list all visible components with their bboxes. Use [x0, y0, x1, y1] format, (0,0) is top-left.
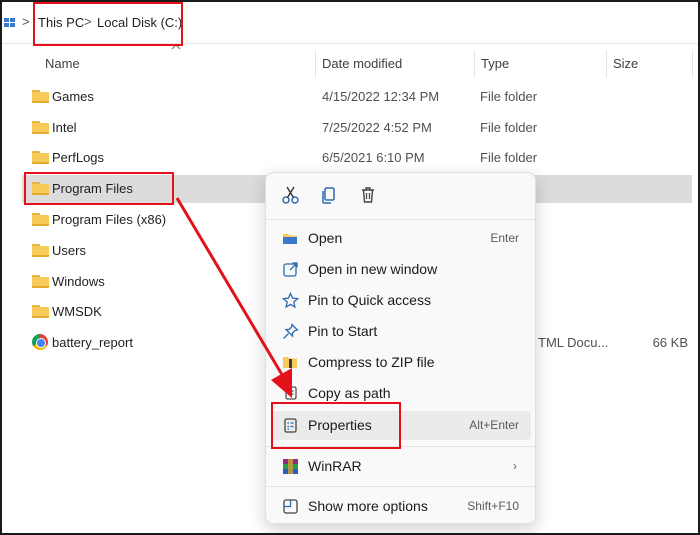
file-date: 6/5/2021 6:10 PM: [322, 150, 425, 165]
menu-item-show-more-options[interactable]: Show more options Shift+F10: [272, 492, 531, 521]
file-name: Program Files: [52, 181, 133, 196]
file-name: Intel: [52, 120, 77, 135]
folder-icon: [32, 275, 49, 288]
file-name: Program Files (x86): [52, 212, 167, 227]
copy-icon[interactable]: [316, 183, 342, 207]
file-name: Windows: [52, 274, 105, 289]
context-menu-quick-actions: [266, 173, 535, 217]
menu-item-label: Show more options: [308, 498, 428, 514]
breadcrumb-chevron-icon: >: [84, 14, 92, 29]
pin-icon: [282, 323, 299, 340]
zip-icon: [282, 354, 299, 371]
file-name: Games: [52, 89, 94, 104]
menu-item-shortcut: Alt+Enter: [469, 418, 519, 432]
folder-icon: [32, 182, 49, 195]
file-name: battery_report: [52, 335, 133, 350]
column-header-size[interactable]: Size: [613, 56, 638, 71]
column-divider[interactable]: [474, 50, 475, 78]
menu-item-compress-zip[interactable]: Compress to ZIP file: [272, 348, 531, 377]
folder-icon: [32, 244, 49, 257]
menu-item-label: Pin to Start: [308, 323, 378, 339]
chrome-icon: [32, 334, 48, 350]
menu-item-shortcut: Enter: [490, 231, 519, 245]
file-type: File folder: [480, 120, 538, 135]
folder-icon: [32, 121, 49, 134]
menu-item-label: Properties: [308, 417, 372, 433]
menu-item-label: WinRAR: [308, 458, 362, 474]
winrar-icon: [282, 458, 299, 475]
submenu-chevron-icon: ›: [513, 459, 517, 473]
menu-item-label: Compress to ZIP file: [308, 354, 435, 370]
menu-item-shortcut: Shift+F10: [467, 499, 519, 513]
folder-icon: [32, 305, 49, 318]
context-menu: Open Enter Open in new window Pin to Qui…: [265, 172, 536, 524]
menu-separator: [266, 446, 535, 447]
folder-icon: [32, 151, 49, 164]
file-row[interactable]: PerfLogs 6/5/2021 6:10 PM File folder: [22, 144, 692, 172]
file-date: 4/15/2022 12:34 PM: [322, 89, 440, 104]
folder-icon: [32, 90, 49, 103]
file-name: WMSDK: [52, 304, 102, 319]
file-type: TML Docu...: [538, 335, 609, 350]
column-header-name[interactable]: Name: [45, 56, 80, 71]
copy-path-icon: [282, 385, 299, 402]
menu-item-label: Open in new window: [308, 261, 438, 277]
star-icon: [282, 292, 299, 309]
menu-item-pin-quick-access[interactable]: Pin to Quick access: [272, 286, 531, 315]
file-date: 7/25/2022 4:52 PM: [322, 120, 432, 135]
column-divider[interactable]: [606, 50, 607, 78]
column-header-date-modified[interactable]: Date modified: [322, 56, 402, 71]
view-grid-icon: [4, 18, 16, 28]
file-name: Users: [52, 243, 86, 258]
address-bar[interactable]: > This PC > Local Disk (C:): [0, 0, 700, 44]
column-divider[interactable]: [315, 50, 316, 78]
breadcrumb-local-disk[interactable]: Local Disk (C:): [97, 15, 182, 30]
menu-item-copy-as-path[interactable]: Copy as path: [272, 379, 531, 408]
menu-item-label: Pin to Quick access: [308, 292, 431, 308]
file-row[interactable]: Intel 7/25/2022 4:52 PM File folder: [22, 114, 692, 142]
column-header-type[interactable]: Type: [481, 56, 509, 71]
file-type: File folder: [480, 89, 538, 104]
menu-separator: [266, 219, 535, 220]
file-name: PerfLogs: [52, 150, 105, 165]
open-folder-icon: [282, 230, 299, 247]
properties-icon: [282, 417, 299, 434]
breadcrumb-chevron-icon: >: [22, 14, 30, 29]
file-type: File folder: [480, 150, 538, 165]
folder-icon: [32, 213, 49, 226]
menu-item-winrar[interactable]: WinRAR ›: [272, 452, 531, 481]
file-row[interactable]: Games 4/15/2022 12:34 PM File folder: [22, 83, 692, 111]
menu-item-label: Open: [308, 230, 343, 246]
open-new-window-icon: [282, 261, 299, 278]
menu-item-open-new-window[interactable]: Open in new window: [272, 255, 531, 284]
cut-icon[interactable]: [278, 183, 304, 207]
more-options-icon: [282, 498, 299, 515]
breadcrumb-this-pc[interactable]: This PC: [38, 15, 84, 30]
column-divider[interactable]: [692, 50, 693, 78]
sort-ascending-icon: [171, 44, 181, 50]
file-size: 66 KB: [652, 335, 688, 350]
menu-separator: [266, 486, 535, 487]
delete-icon[interactable]: [355, 183, 381, 207]
menu-item-label: Copy as path: [308, 385, 391, 401]
menu-item-open[interactable]: Open Enter: [272, 224, 531, 253]
menu-item-properties[interactable]: Properties Alt+Enter: [272, 411, 531, 440]
menu-item-pin-to-start[interactable]: Pin to Start: [272, 317, 531, 346]
